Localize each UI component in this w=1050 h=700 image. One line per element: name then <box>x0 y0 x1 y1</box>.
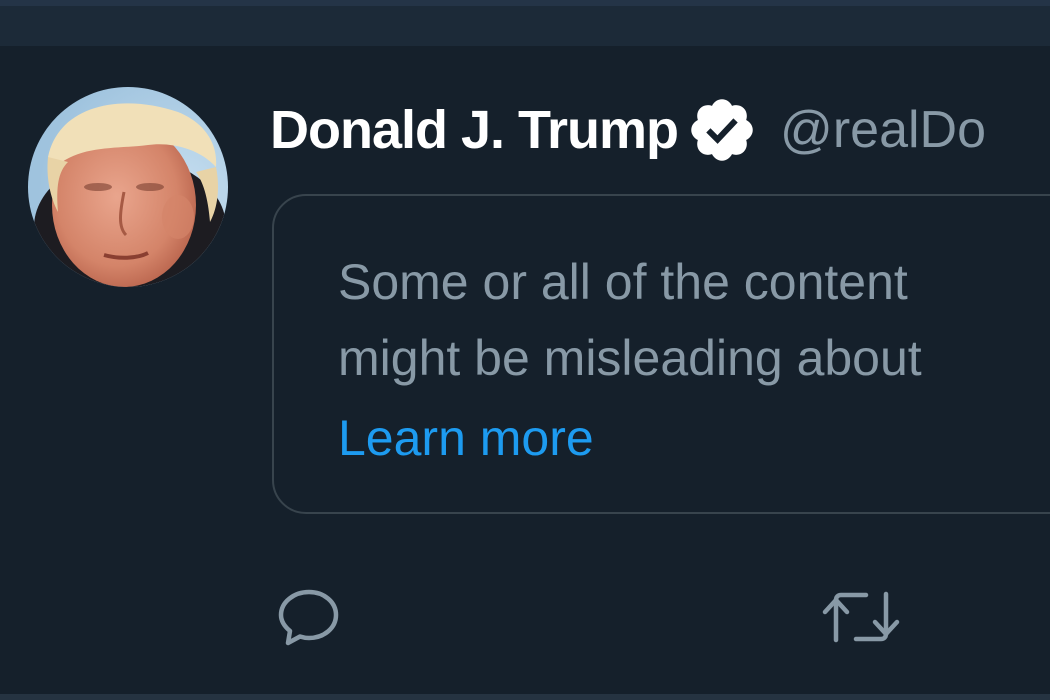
bottom-divider <box>0 694 1050 700</box>
top-bar <box>0 0 1050 46</box>
retweet-button[interactable] <box>820 586 902 648</box>
notice-line-1: Some or all of the content <box>338 254 908 310</box>
avatar[interactable] <box>28 87 228 287</box>
author-display-name[interactable]: Donald J. Trump <box>270 99 679 161</box>
learn-more-link[interactable]: Learn more <box>338 400 594 476</box>
retweet-icon <box>822 591 900 643</box>
author-handle[interactable]: @realDo <box>780 100 986 160</box>
notice-text: Some or all of the content might be misl… <box>338 244 1050 396</box>
verified-badge-icon <box>686 94 758 166</box>
tweet-card[interactable]: Donald J. Trump @realDo Some or all of t… <box>0 46 1050 700</box>
reply-button[interactable] <box>276 586 342 648</box>
tweet-header: Donald J. Trump @realDo <box>270 98 986 162</box>
misleading-content-notice: Some or all of the content might be misl… <box>272 194 1050 514</box>
top-edge-divider <box>0 0 1050 6</box>
notice-line-2: might be misleading about <box>338 330 922 386</box>
avatar-portrait <box>28 87 228 287</box>
reply-icon <box>278 589 339 646</box>
